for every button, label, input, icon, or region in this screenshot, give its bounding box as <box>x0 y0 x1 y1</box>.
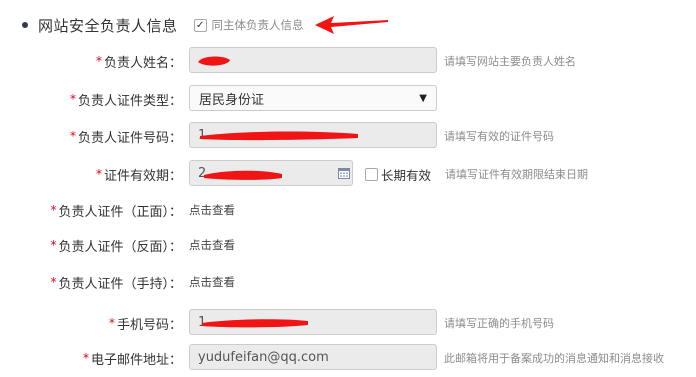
required-marker: * <box>95 54 102 68</box>
calendar-icon[interactable] <box>338 167 350 179</box>
same-as-subject-label: 同主体负责人信息 <box>211 18 304 32</box>
section-title: 网站安全负责人信息 <box>38 16 178 35</box>
row-phone: * 手机号码： 1 请填写正确的手机号码 <box>0 309 696 337</box>
required-marker: * <box>108 316 115 330</box>
row-id-type: * 负责人证件类型： 居民身份证 ▼ <box>0 85 696 113</box>
row-id-handheld: * 负责人证件（手持）： 点击查看 <box>0 268 696 296</box>
id-front-view-link[interactable]: 点击查看 <box>189 196 235 224</box>
row-validity: * 证件有效期： 2 长期有效 请填写证件有效期限结束日期 <box>0 160 696 188</box>
row-id-back: * 负责人证件（反面）： 点击查看 <box>0 231 696 259</box>
id-type-select[interactable]: 居民身份证 ▼ <box>189 85 437 111</box>
required-marker: * <box>69 92 76 106</box>
required-marker: * <box>95 167 102 181</box>
id-type-selected: 居民身份证 <box>199 92 265 108</box>
id-handheld-view-link[interactable]: 点击查看 <box>189 268 235 296</box>
row-id-front: * 负责人证件（正面）： 点击查看 <box>0 196 696 224</box>
email-label: * 电子邮件地址： <box>82 351 182 368</box>
id-number-input[interactable]: 1 <box>189 122 437 148</box>
id-number-hint: 请填写有效的证件号码 <box>444 130 554 143</box>
bullet-dot <box>22 22 28 28</box>
email-hint: 此邮箱将用于备案成功的消息通知和消息接收 <box>444 352 664 365</box>
owner-name-input[interactable] <box>189 47 437 73</box>
validity-label: * 证件有效期： <box>95 167 182 184</box>
email-input[interactable]: yudufeifan@qq.com <box>189 344 437 370</box>
same-as-subject-checkbox[interactable]: ✓ <box>193 18 207 32</box>
required-marker: * <box>82 351 89 365</box>
required-marker: * <box>50 275 57 289</box>
row-email: * 电子邮件地址： yudufeifan@qq.com 此邮箱将用于备案成功的消… <box>0 344 696 372</box>
red-arrow-icon <box>315 16 388 34</box>
row-owner-name: * 负责人姓名： 请填写网站主要负责人姓名 <box>0 47 696 75</box>
required-marker: * <box>69 129 76 143</box>
owner-name-hint: 请填写网站主要负责人姓名 <box>444 55 576 68</box>
required-marker: * <box>50 203 57 217</box>
validity-date-input[interactable]: 2 <box>189 160 353 186</box>
long-term-checkbox[interactable] <box>365 167 378 181</box>
phone-label: * 手机号码： <box>108 316 182 333</box>
id-front-label: * 负责人证件（正面）： <box>50 203 182 220</box>
id-back-label: * 负责人证件（反面）： <box>50 238 182 255</box>
owner-name-label: * 负责人姓名： <box>95 54 182 71</box>
phone-input[interactable]: 1 <box>189 309 437 335</box>
id-back-view-link[interactable]: 点击查看 <box>189 231 235 259</box>
row-id-number: * 负责人证件号码： 1 请填写有效的证件号码 <box>0 122 696 150</box>
section-header: 网站安全负责人信息 ✓ 同主体负责人信息 <box>22 12 304 38</box>
long-term-label: 长期有效 <box>381 167 432 183</box>
id-handheld-label: * 负责人证件（手持）： <box>50 275 182 292</box>
caret-down-icon: ▼ <box>419 92 427 104</box>
id-type-label: * 负责人证件类型： <box>69 92 182 109</box>
id-number-label: * 负责人证件号码： <box>69 129 182 146</box>
required-marker: * <box>50 238 57 252</box>
long-term-toggle[interactable]: 长期有效 <box>365 160 431 188</box>
website-security-owner-form: 网站安全负责人信息 ✓ 同主体负责人信息 * 负责人姓名： 请填写网站主要负责人… <box>0 0 696 377</box>
same-as-subject-toggle[interactable]: ✓ 同主体负责人信息 <box>193 17 304 33</box>
phone-hint: 请填写正确的手机号码 <box>444 317 554 330</box>
validity-hint: 请填写证件有效期限结束日期 <box>445 168 588 181</box>
